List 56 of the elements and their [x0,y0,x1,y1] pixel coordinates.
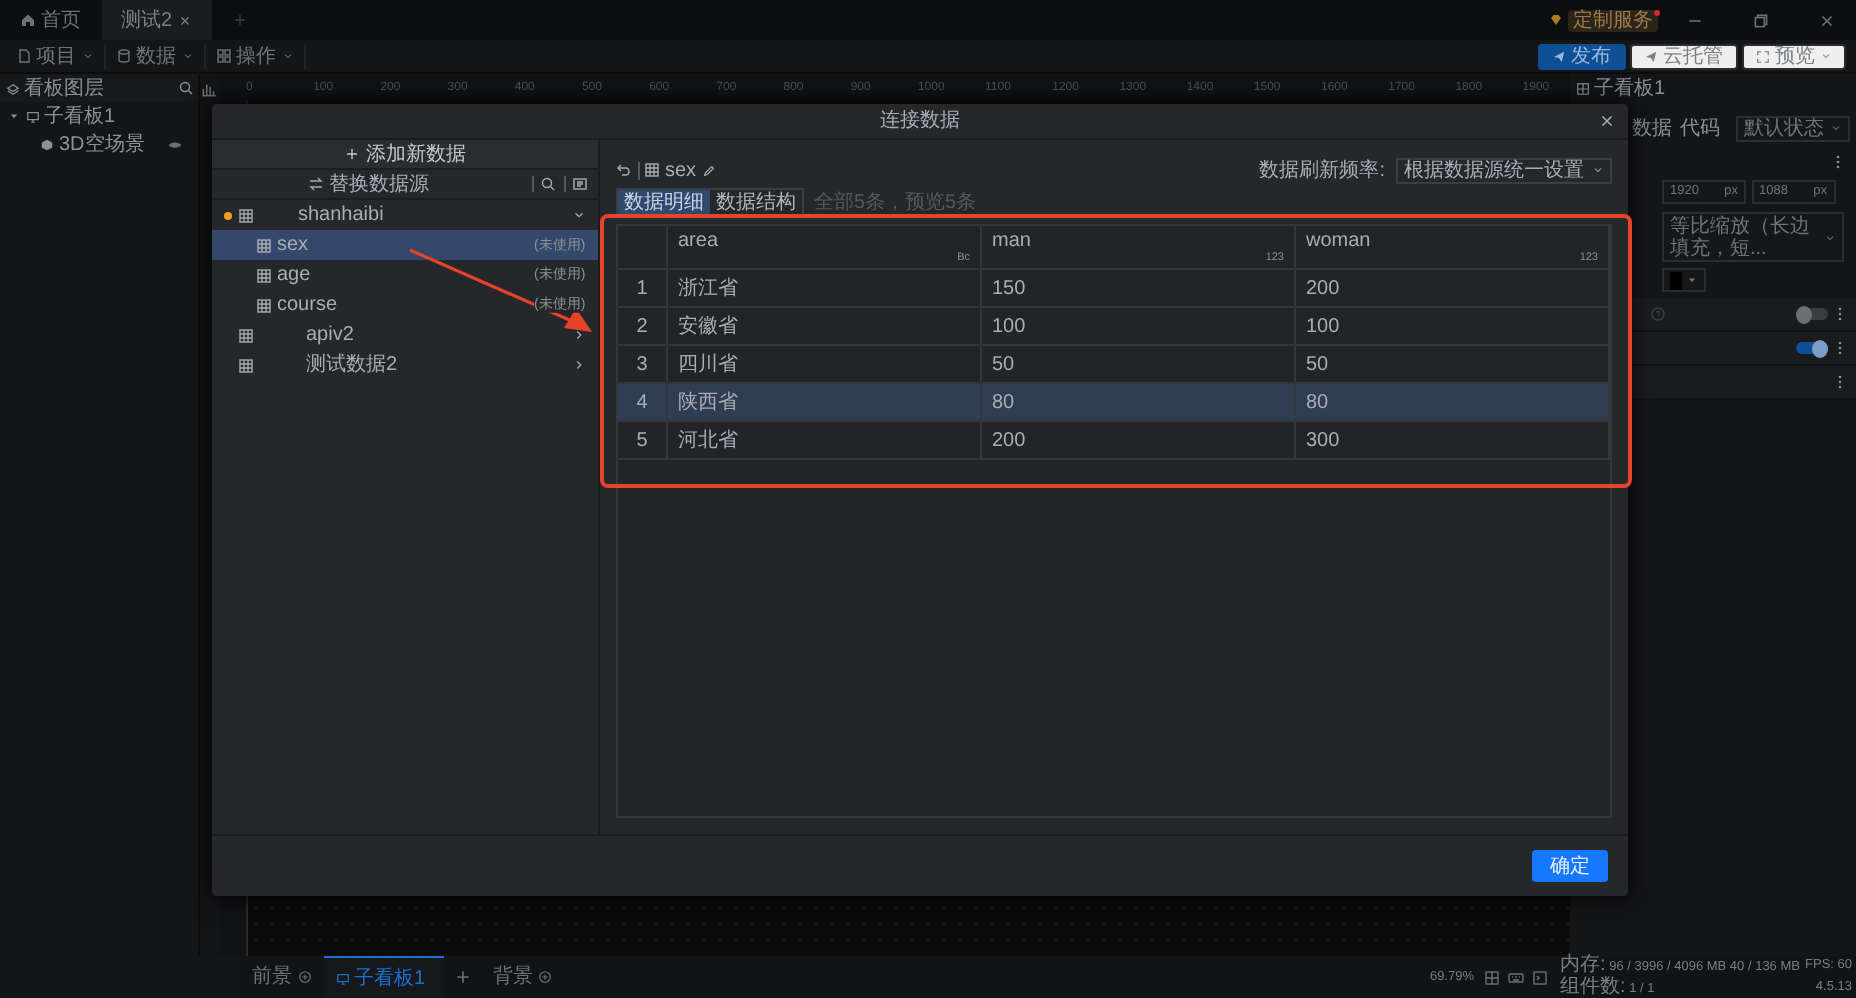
source-item[interactable]: 测试数据2 [212,350,598,380]
table-cell: 陕西省 [678,391,738,413]
layer-tab[interactable]: 子看板1 [323,956,443,998]
menu-button[interactable]: 操作 [205,43,305,69]
table-cell: 80 [1306,391,1329,413]
replace-source-button[interactable]: 替换数据源 [212,169,524,199]
table-row[interactable]: 1 浙江省 150 200 [618,270,1610,308]
row-number: 4 [636,391,648,413]
panel-tab[interactable]: 代码 [1680,117,1720,139]
app-tab[interactable]: 首页 [0,0,101,40]
row-number: 3 [636,353,648,375]
table-cell: 300 [1306,429,1340,451]
table-cell: 80 [992,391,1015,413]
layer-item[interactable]: 3D空场景 [0,130,198,158]
panel-title: 子看板1 [1594,78,1666,100]
layer-item[interactable]: 子看板1 [0,102,198,130]
data-tab[interactable]: 数据明细 [618,189,710,215]
layer-tab[interactable]: 背景 [481,956,564,998]
row-number: 5 [636,429,648,451]
menu-button[interactable]: 数据 [105,43,205,69]
scale-select[interactable]: 等比缩放（长边填充，短... [1662,212,1844,262]
menu-button[interactable]: 项目 [5,43,105,69]
layer-tab[interactable]: 前景 [240,956,323,998]
source-item[interactable]: shanhaibi [212,200,598,230]
table-cell: 200 [1306,277,1340,299]
service-badge[interactable]: 定制服务 [1568,9,1658,31]
table-cell: 河北省 [678,429,738,451]
panel-title: 看板图层 [24,77,104,99]
refresh-select[interactable]: 根据数据源统一设置 [1396,157,1612,183]
app-tab[interactable]: 测试2 [101,0,212,40]
table-cell: 浙江省 [678,277,738,299]
row-number: 1 [636,277,648,299]
row-number: 2 [636,315,648,337]
table-row[interactable]: 2 安徽省 100 100 [618,308,1610,346]
dataset-name: sex [665,159,697,181]
table-cell: 50 [1306,353,1329,375]
action-button[interactable]: 预览 [1742,43,1846,69]
table-cell: 100 [1306,315,1340,337]
table-row[interactable]: 5 河北省 200 300 [618,422,1610,460]
table-cell: 100 [992,315,1026,337]
panel-tab[interactable]: 数据 [1632,117,1672,139]
table-cell: 150 [992,277,1026,299]
table-cell: 200 [992,429,1026,451]
table-cell: 四川省 [678,353,738,375]
state-select[interactable]: 默认状态 [1736,115,1849,141]
source-item[interactable]: apiv2 [212,320,598,350]
table-cell: 安徽省 [678,315,738,337]
dialog-title: 连接数据 [880,110,960,132]
refresh-label: 数据刷新频率: [1259,159,1385,181]
action-button[interactable]: 云托管 [1630,43,1737,69]
data-tab[interactable]: 数据结构 [710,189,802,215]
table-cell: 50 [992,353,1015,375]
action-button[interactable]: 发布 [1538,43,1625,69]
table-row[interactable]: 4 陕西省 80 80 [618,384,1610,422]
add-data-button[interactable]: 添加新数据 [212,140,598,170]
confirm-button[interactable]: 确定 [1532,850,1608,882]
